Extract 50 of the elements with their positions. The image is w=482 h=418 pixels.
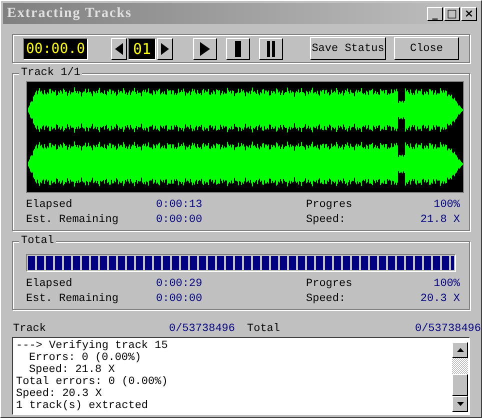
byte-label: Total bbox=[247, 323, 282, 335]
up-arrow-icon bbox=[456, 348, 464, 352]
stat-value: 20.3 X bbox=[419, 293, 460, 305]
scroll-down-button[interactable] bbox=[452, 396, 468, 412]
stat-value: 21.8 X bbox=[419, 214, 460, 226]
scroll-thumb[interactable] bbox=[452, 374, 468, 396]
window-title: Extracting Tracks bbox=[7, 6, 132, 22]
close-button[interactable]: Close bbox=[394, 37, 459, 60]
stat-label: Elapsed bbox=[26, 278, 74, 290]
log-line: Speed: 20.3 X bbox=[16, 388, 103, 400]
minimize-button[interactable]: _ bbox=[427, 6, 443, 20]
next-track-button[interactable] bbox=[157, 38, 174, 60]
stat-label: Progres bbox=[306, 278, 354, 290]
log-line: Total errors: 0 (0.00%) bbox=[16, 376, 169, 388]
down-arrow-icon bbox=[456, 402, 464, 406]
maximize-button[interactable]: □ bbox=[444, 6, 460, 20]
log-line: ---> Verifying track 15 bbox=[16, 340, 169, 352]
stat-label: Speed: bbox=[306, 214, 347, 226]
close-button[interactable]: × bbox=[461, 6, 477, 20]
stat-label: Est. Remaining bbox=[26, 214, 120, 226]
byte-label: Track bbox=[13, 323, 48, 335]
byte-count: 0/53738496 bbox=[168, 323, 235, 335]
stat-value: 0:00:00 bbox=[156, 214, 204, 226]
stat-value: 100% bbox=[432, 199, 460, 211]
log-line: Errors: 0 (0.00%) bbox=[28, 352, 142, 364]
time-display: 00:00.0 bbox=[23, 38, 88, 60]
play-icon bbox=[200, 42, 210, 56]
previous-track-button[interactable] bbox=[111, 38, 128, 60]
log-line: 1 track(s) extracted bbox=[16, 400, 150, 412]
scroll-up-button[interactable] bbox=[452, 342, 468, 358]
right-triangle-icon bbox=[161, 42, 170, 54]
log-line: Speed: 21.8 X bbox=[28, 364, 116, 376]
play-button[interactable] bbox=[193, 38, 218, 60]
pause-icon bbox=[267, 40, 276, 56]
stop-button[interactable] bbox=[226, 38, 250, 60]
stat-label: Est. Remaining bbox=[26, 293, 120, 305]
stat-label: Elapsed bbox=[26, 199, 74, 211]
save-status-button[interactable]: Save Status bbox=[310, 37, 386, 60]
scroll-track bbox=[452, 358, 468, 374]
stat-value: 100% bbox=[432, 278, 460, 290]
stat-value: 0:00:29 bbox=[156, 278, 204, 290]
stat-label: Speed: bbox=[306, 293, 347, 305]
track-number-display: 01 bbox=[128, 38, 156, 60]
stat-value: 0:00:13 bbox=[156, 199, 204, 211]
left-triangle-icon bbox=[115, 42, 124, 54]
pause-button[interactable] bbox=[259, 38, 284, 60]
stat-value: 0:00:00 bbox=[156, 293, 204, 305]
stat-label: Progres bbox=[306, 199, 354, 211]
byte-count: 0/53738496 bbox=[414, 323, 481, 335]
bar-icon bbox=[235, 40, 242, 56]
